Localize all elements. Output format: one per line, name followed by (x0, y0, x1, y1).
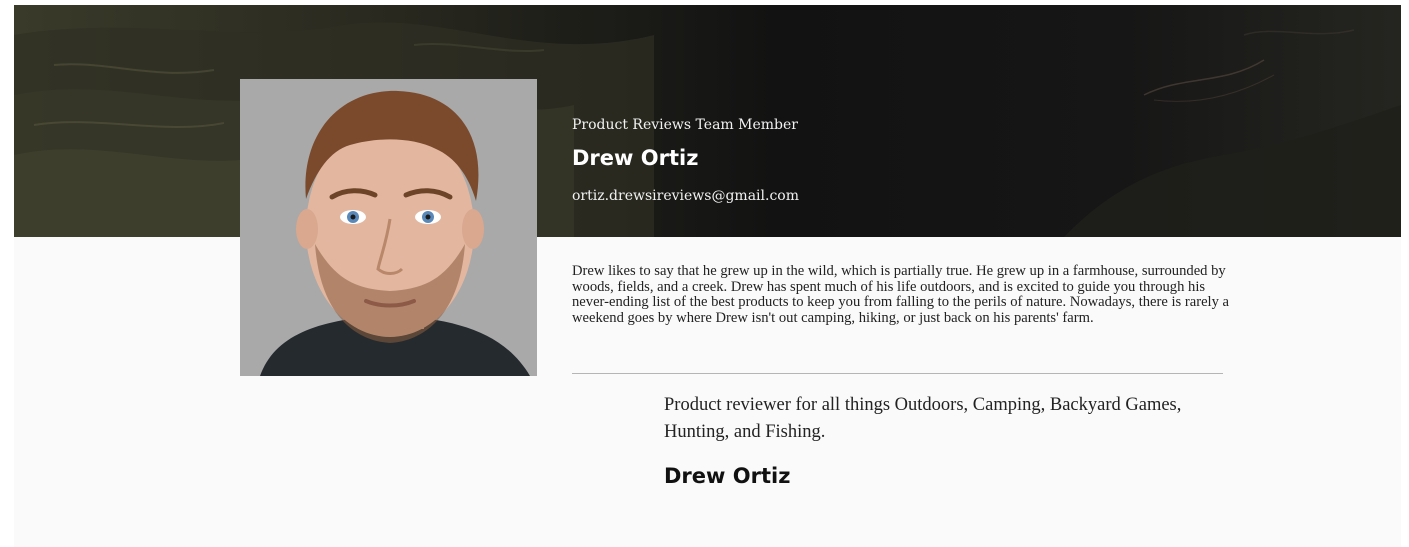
section-divider (572, 373, 1223, 374)
profile-bio: Drew likes to say that he grew up in the… (572, 263, 1230, 326)
author-signature-name: Drew Ortiz (664, 464, 791, 488)
person-portrait-image (240, 79, 537, 376)
profile-tagline: Product reviewer for all things Outdoors… (664, 395, 1182, 442)
profile-name-heading: Drew Ortiz (572, 146, 699, 170)
author-profile-page: Product Reviews Team Member Drew Ortiz o… (14, 5, 1401, 547)
profile-role: Product Reviews Team Member (572, 117, 798, 133)
profile-photo (240, 79, 537, 376)
profile-email-link[interactable]: ortiz.drewsireviews@gmail.com (572, 188, 799, 204)
